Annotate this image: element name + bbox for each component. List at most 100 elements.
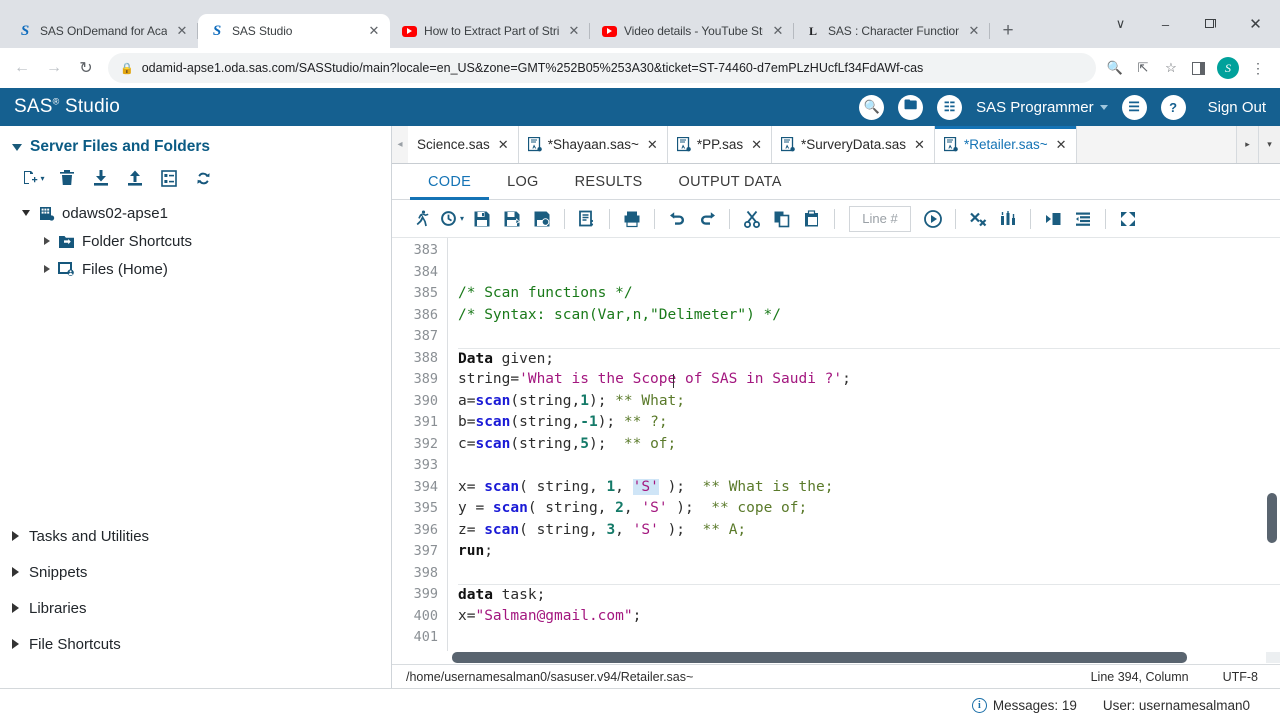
code-line[interactable] [458, 563, 1280, 585]
refresh-icon[interactable] [188, 165, 218, 191]
close-icon[interactable]: ✕ [566, 23, 582, 39]
paste-icon[interactable] [798, 205, 826, 233]
messages-status[interactable]: i Messages: 19 [971, 698, 1077, 713]
side-panel-icon[interactable] [1184, 54, 1212, 82]
browser-tab-3[interactable]: Video details - YouTube Stud ✕ [590, 14, 794, 48]
save-as-icon[interactable] [498, 205, 526, 233]
maximize-view-icon[interactable] [1114, 205, 1142, 233]
chevron-right-icon[interactable] [44, 265, 50, 273]
sidebar-item-tasks-and-utilities[interactable]: Tasks and Utilities [12, 518, 391, 554]
indent-icon[interactable] [1039, 205, 1067, 233]
horizontal-scrollbar-thumb[interactable] [452, 652, 1187, 663]
file-tab-pp[interactable]: *PP.sas ✕ [667, 126, 772, 163]
persona-menu[interactable]: SAS Programmer [976, 99, 1108, 116]
undo-icon[interactable] [663, 205, 691, 233]
browser-tab-1[interactable]: S SAS Studio ✕ [198, 14, 390, 48]
star-icon[interactable]: ☆ [1158, 55, 1184, 81]
save-icon[interactable] [468, 205, 496, 233]
program-summary-icon[interactable] [994, 205, 1022, 233]
share-icon[interactable]: ⇱ [1130, 55, 1156, 81]
sidebar-item-file-shortcuts[interactable]: File Shortcuts [12, 626, 391, 662]
tab-results[interactable]: RESULTS [557, 164, 661, 200]
redo-icon[interactable] [693, 205, 721, 233]
close-icon[interactable]: ✕ [174, 23, 190, 39]
code-line[interactable]: /* Syntax: scan(Var,n,"Delimeter") */ [458, 305, 1280, 327]
code-line[interactable]: data task; [458, 584, 1280, 606]
code-snippet-icon[interactable] [573, 205, 601, 233]
code-line[interactable]: z= scan( string, 3, 'S' ); ** A; [458, 520, 1280, 542]
close-icon[interactable]: ✕ [366, 23, 382, 39]
code-line[interactable]: x= scan( string, 1, 'S' ); ** What is th… [458, 477, 1280, 499]
code-line[interactable]: x="Salman@gmail.com"; [458, 606, 1280, 628]
code-line[interactable]: b=scan(string,-1); ** ?; [458, 412, 1280, 434]
code-line[interactable] [458, 627, 1280, 649]
search-icon[interactable]: 🔍 [859, 94, 885, 120]
file-tab-shayaan[interactable]: *Shayaan.sas~ ✕ [518, 126, 668, 163]
help-icon[interactable]: ? [1160, 94, 1186, 120]
tab-output-data[interactable]: OUTPUT DATA [661, 164, 800, 200]
delete-icon[interactable] [52, 165, 82, 191]
tab-log[interactable]: LOG [489, 164, 557, 200]
close-icon[interactable]: ✕ [751, 137, 762, 153]
code-line[interactable]: run; [458, 541, 1280, 563]
code-text-area[interactable]: /* Scan functions */ /* Syntax: scan(Var,… [448, 238, 1280, 651]
vertical-scrollbar[interactable] [1267, 238, 1277, 651]
sign-out-button[interactable]: Sign Out [1208, 99, 1266, 116]
tree-node-server[interactable]: odaws02-apse1 [22, 199, 391, 227]
tree-node-files-home[interactable]: Files (Home) [22, 255, 391, 283]
chevron-down-icon[interactable] [22, 210, 30, 216]
sidebar-item-libraries[interactable]: Libraries [12, 590, 391, 626]
address-bar[interactable]: 🔒 odamid-apse1.oda.sas.com/SASStudio/mai… [108, 53, 1096, 83]
browser-tab-2[interactable]: How to Extract Part of String ✕ [390, 14, 590, 48]
close-icon[interactable]: ✕ [770, 23, 786, 39]
browser-tab-4[interactable]: L SAS : Character Functions ✕ [794, 14, 990, 48]
code-line[interactable]: a=scan(string,1); ** What; [458, 391, 1280, 413]
unindent-icon[interactable] [1069, 205, 1097, 233]
cut-icon[interactable] [738, 205, 766, 233]
forward-icon[interactable]: → [38, 52, 70, 84]
code-editor[interactable]: 383 384 385 386 387 388 389 390 391 392 393 394 395 3… [392, 238, 1280, 651]
close-icon[interactable]: ✕ [966, 23, 982, 39]
options-icon[interactable]: ☰ [1121, 94, 1147, 120]
print-icon[interactable] [618, 205, 646, 233]
horizontal-scrollbar-track[interactable] [448, 652, 1266, 663]
tab-list-menu-icon[interactable]: ▾ [1258, 126, 1280, 163]
file-tab-science[interactable]: Science.sas ✕ [408, 126, 519, 163]
list-all-tabs-icon[interactable]: ∨ [1098, 8, 1143, 40]
tab-scroll-left-icon[interactable]: ◂ [392, 126, 408, 163]
code-line[interactable]: string='What is the Scope of SAS in Saud… [458, 369, 1280, 391]
file-tab-retailer[interactable]: *Retailer.sas~ ✕ [934, 126, 1077, 163]
run-line-icon[interactable] [919, 205, 947, 233]
tab-code[interactable]: CODE [410, 164, 489, 200]
save-to-my-folder-icon[interactable] [528, 205, 556, 233]
line-number-input[interactable]: Line # [849, 205, 911, 232]
download-icon[interactable] [86, 165, 116, 191]
browser-menu-icon[interactable]: ⋮ [1244, 54, 1272, 82]
vertical-scrollbar-thumb[interactable] [1267, 493, 1277, 543]
code-line[interactable] [458, 240, 1280, 262]
properties-icon[interactable] [154, 165, 184, 191]
close-icon[interactable]: ✕ [914, 137, 925, 153]
sidebar-item-snippets[interactable]: Snippets [12, 554, 391, 590]
code-line[interactable]: /* Scan functions */ [458, 283, 1280, 305]
upload-icon[interactable] [120, 165, 150, 191]
close-window-button[interactable]: ✕ [1233, 8, 1278, 40]
code-line[interactable] [458, 262, 1280, 284]
code-line[interactable]: Data given; [458, 347, 1280, 370]
tab-scroll-right-icon[interactable]: ▸ [1236, 126, 1258, 163]
clear-all-icon[interactable] [964, 205, 992, 233]
chevron-right-icon[interactable] [44, 237, 50, 245]
new-icon[interactable]: ▾ [18, 165, 48, 191]
code-line[interactable] [458, 455, 1280, 477]
avatar[interactable]: S [1214, 54, 1242, 82]
server-files-section-header[interactable]: Server Files and Folders [0, 126, 391, 156]
run-history-icon[interactable]: ▾ [438, 205, 466, 233]
run-icon[interactable] [408, 205, 436, 233]
reload-icon[interactable]: ↻ [70, 52, 102, 84]
minimize-button[interactable]: – [1143, 8, 1188, 40]
back-icon[interactable]: ← [6, 52, 38, 84]
open-folder-icon[interactable]: 🖿 [898, 94, 924, 120]
file-tab-surverydata[interactable]: *SurveryData.sas ✕ [772, 126, 935, 163]
code-line[interactable]: c=scan(string,5); ** of; [458, 434, 1280, 456]
close-icon[interactable]: ✕ [1056, 137, 1067, 153]
